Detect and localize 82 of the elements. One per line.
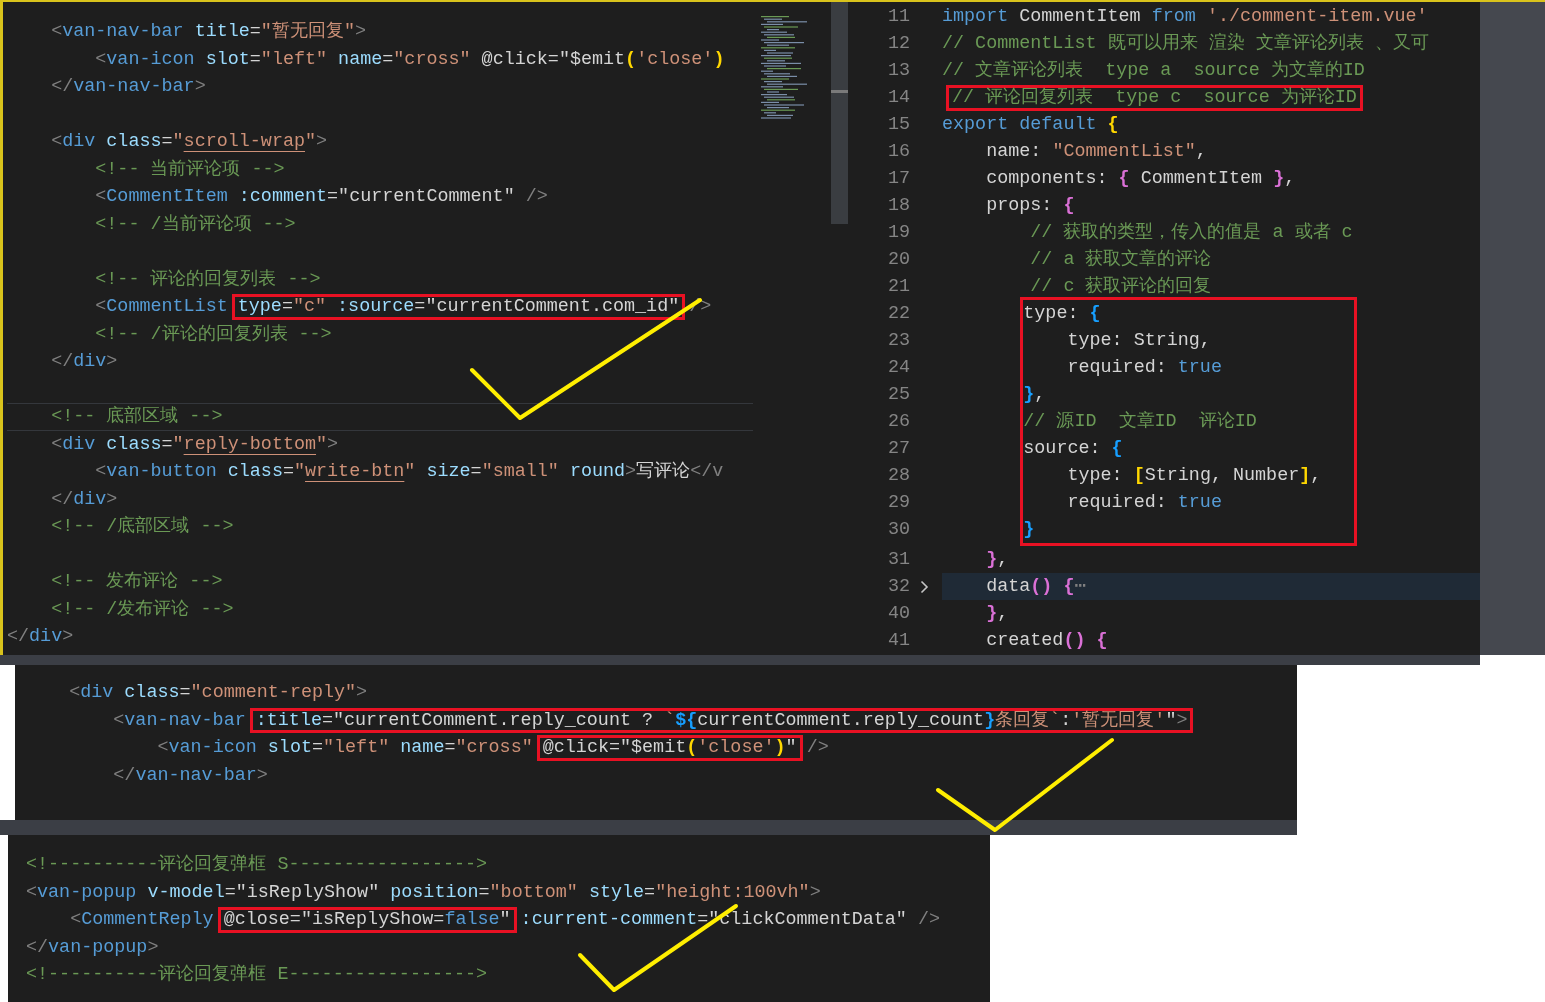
line-number: 28 bbox=[886, 464, 910, 488]
code-text: <van-icon slot="left" name="cross" @click="$emit('close') bbox=[94, 48, 725, 70]
line-number: 31 bbox=[886, 548, 910, 572]
code-text: <van-icon slot="left" name="cross" bbox=[156, 737, 533, 758]
code-text: <!-- 评论的回复列表 --> bbox=[94, 268, 321, 290]
line-number: 21 bbox=[886, 275, 910, 299]
code-text: <div class="reply-bottom"> bbox=[50, 433, 339, 455]
line-number: 25 bbox=[886, 383, 910, 407]
code-text: <!----------评论回复弹框 E-----------------> bbox=[26, 964, 488, 985]
line-number: 18 bbox=[886, 194, 910, 218]
code-text: <!-- 当前评论项 --> bbox=[94, 158, 285, 180]
line-number: 30 bbox=[886, 518, 910, 542]
code-text: type: { bbox=[1023, 303, 1101, 324]
line-number: 29 bbox=[886, 491, 910, 515]
line-number: 40 bbox=[886, 602, 910, 626]
line-number: 23 bbox=[886, 329, 910, 353]
chevron-right-icon[interactable] bbox=[919, 579, 929, 594]
code-text: <div class="scroll-wrap"> bbox=[50, 131, 328, 152]
line-number: 19 bbox=[886, 221, 910, 245]
code-text: <van-nav-bar bbox=[112, 709, 246, 731]
code-text: @click="$emit('close')" bbox=[542, 737, 797, 758]
code-text: // a 获取文章的评论 bbox=[1029, 249, 1212, 270]
code-text: <CommentReply bbox=[69, 909, 214, 930]
code-text: // 源ID 文章ID 评论ID bbox=[1023, 411, 1257, 432]
code-text: required: true bbox=[1066, 357, 1222, 378]
code-text: <!-- 底部区域 --> bbox=[50, 406, 223, 427]
code-text: // 获取的类型，传入的值是 a 或者 c bbox=[1029, 222, 1353, 243]
code-text: </van-nav-bar> bbox=[112, 764, 268, 786]
line-number: 26 bbox=[886, 410, 910, 434]
code-text: type: String, bbox=[1066, 330, 1211, 351]
code-text: <!-- /当前评论项 --> bbox=[94, 213, 296, 235]
code-text: <CommentItem :comment="currentComment" /> bbox=[94, 186, 548, 207]
code-text: <van-button class="write-btn" size="small" round>写评论</v bbox=[94, 461, 724, 482]
line-number: 24 bbox=[886, 356, 910, 380]
code-text: <!-- /底部区域 --> bbox=[50, 516, 234, 537]
line-number: 27 bbox=[886, 437, 910, 461]
code-text: import CommentItem from './comment-item.vue' bbox=[942, 6, 1428, 27]
code-text: // CommentList 既可以用来 渲染 文章评论列表 、又可 bbox=[942, 33, 1429, 54]
code-text: </div> bbox=[7, 626, 74, 647]
code-text: type: [String, Number], bbox=[1066, 465, 1322, 486]
code-text: source: { bbox=[1023, 438, 1123, 459]
line-number: 12 bbox=[886, 32, 910, 56]
line-number: 32 bbox=[886, 575, 910, 599]
code-text: <van-nav-bar title="暂无回复"> bbox=[50, 21, 366, 42]
line-number: 14 bbox=[886, 86, 910, 110]
code-text: @close="isReplyShow=false" bbox=[223, 909, 511, 930]
code-text: <div class="comment-reply"> bbox=[68, 682, 368, 703]
line-number: 22 bbox=[886, 302, 910, 326]
code-text: name: "CommentList", bbox=[985, 141, 1207, 162]
code-text: <van-popup v-model="isReplyShow" position="bottom" style="height:100vh"> bbox=[26, 881, 821, 903]
code-text: data() {⋯ bbox=[985, 576, 1086, 597]
line-number: 11 bbox=[886, 5, 910, 29]
code-text: created() { bbox=[985, 630, 1108, 651]
line-number: 17 bbox=[886, 167, 910, 191]
code-text: <!----------评论回复弹框 S-----------------> bbox=[26, 854, 488, 875]
code-text: // c 获取评论的回复 bbox=[1029, 276, 1212, 297]
code-text: }, bbox=[1023, 384, 1046, 405]
code-text: /> bbox=[806, 737, 829, 758]
code-text: export default { bbox=[942, 114, 1119, 135]
code-text: </div> bbox=[50, 351, 118, 372]
line-number: 41 bbox=[886, 629, 910, 653]
code-text: <!-- /评论的回复列表 --> bbox=[94, 323, 332, 345]
code-text: components: { CommentItem }, bbox=[985, 168, 1296, 189]
code-text: <!-- /发布评论 --> bbox=[50, 598, 234, 620]
code-text: :title="currentComment.reply_count ? `${currentComment.reply_count}条回复`:'暂无回复'"> bbox=[255, 709, 1188, 731]
code-text: </van-nav-bar> bbox=[50, 76, 206, 97]
code-text: </div> bbox=[50, 488, 118, 510]
code-text: }, bbox=[985, 549, 1009, 570]
code-text: // 评论回复列表 type c source 为评论ID bbox=[952, 87, 1357, 108]
line-number: 20 bbox=[886, 248, 910, 272]
code-text: } bbox=[1023, 519, 1035, 540]
code-text: <!-- 发布评论 --> bbox=[50, 571, 223, 592]
code-text: }, bbox=[985, 603, 1009, 624]
line-number: 16 bbox=[886, 140, 910, 164]
line-number: 15 bbox=[886, 113, 910, 137]
code-text: // 文章评论列表 type a source 为文章的ID bbox=[942, 60, 1365, 81]
line-number: 13 bbox=[886, 59, 910, 83]
code-text: <CommentList bbox=[94, 296, 228, 317]
code-text: required: true bbox=[1066, 492, 1222, 513]
code-text: props: { bbox=[985, 195, 1075, 216]
code-text: type="c" :source="currentComment.com_id" bbox=[237, 296, 680, 317]
code-text: </van-popup> bbox=[26, 936, 159, 958]
